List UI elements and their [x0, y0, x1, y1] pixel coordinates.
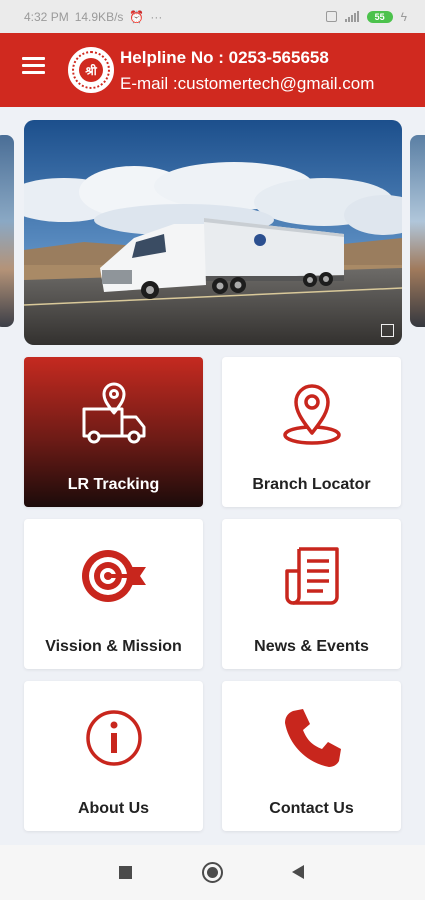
status-network-speed: 14.9KB/s [74, 9, 124, 24]
status-bar: 4:32 PM 14.9KB/s ⏰ ··· 55 ϟ [0, 0, 425, 33]
recent-apps-icon[interactable] [119, 866, 132, 879]
battery-indicator: 55 [366, 10, 393, 23]
system-nav-bar [0, 845, 425, 900]
map-pin-icon [282, 384, 341, 445]
alarm-icon: ⏰ [129, 9, 145, 24]
truck-location-icon [82, 382, 145, 444]
helpline-text[interactable]: Helpline No : 0253-565658 [120, 48, 329, 68]
tile-label: LR Tracking [67, 476, 160, 493]
home-icon[interactable] [202, 862, 223, 883]
company-logo: श्री [68, 47, 114, 93]
tile-label: Vission & Mission [45, 638, 182, 655]
tile-branch-locator[interactable]: Branch Locator [222, 357, 401, 507]
email-text[interactable]: E-mail :customertech@gmail.com [120, 74, 374, 94]
charging-icon: ϟ [400, 9, 407, 24]
info-icon [85, 710, 142, 766]
carousel-next-slide[interactable] [410, 135, 425, 327]
notification-icon [325, 11, 337, 22]
image-corner-icon [381, 324, 394, 337]
newspaper-icon [284, 547, 339, 605]
back-icon[interactable] [292, 865, 304, 879]
banner-slide-truck[interactable] [24, 120, 402, 345]
tile-lr-tracking[interactable]: LR Tracking [24, 357, 203, 507]
truck-banner-image [24, 120, 402, 345]
logo-text: श्री [79, 58, 103, 82]
status-time: 4:32 PM [24, 9, 69, 24]
phone-icon [284, 709, 341, 767]
tile-contact-us[interactable]: Contact Us [222, 681, 401, 831]
app-header: श्री Helpline No : 0253-565658 E-mail :c… [0, 33, 425, 107]
tile-label: News & Events [254, 638, 369, 655]
tile-label: Branch Locator [252, 476, 371, 493]
target-icon [81, 550, 146, 602]
carousel-prev-slide[interactable] [0, 135, 14, 327]
tile-news-events[interactable]: News & Events [222, 519, 401, 669]
status-more: ··· [150, 9, 163, 24]
tile-about-us[interactable]: About Us [24, 681, 203, 831]
tile-label: About Us [77, 800, 150, 817]
signal-icon [344, 11, 359, 22]
tile-vision-mission[interactable]: Vission & Mission [24, 519, 203, 669]
tile-label: Contact Us [269, 800, 354, 817]
hamburger-menu-icon[interactable] [22, 57, 45, 75]
